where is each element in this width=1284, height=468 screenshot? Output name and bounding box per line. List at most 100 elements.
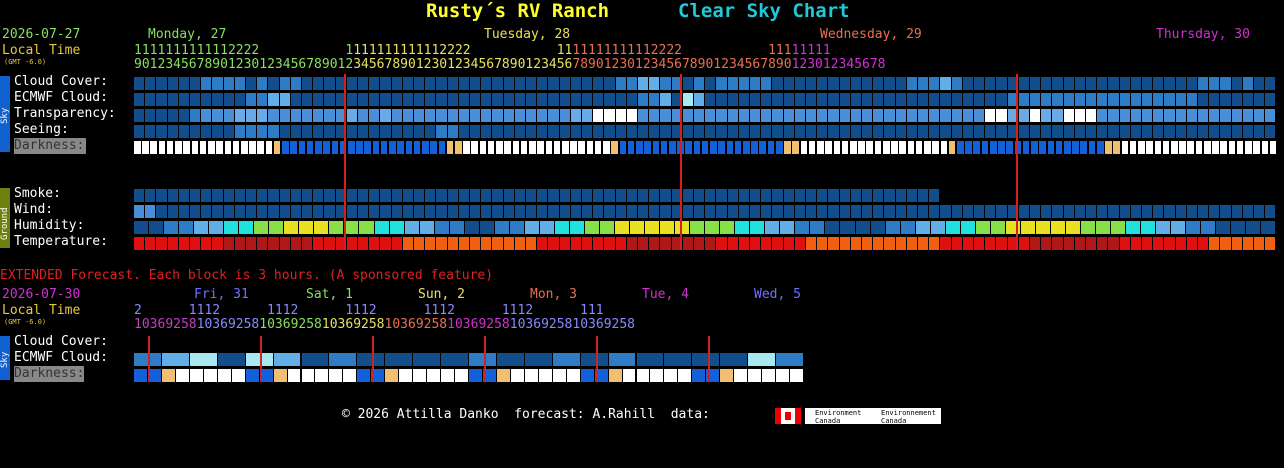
forecast-cell: [738, 189, 749, 202]
forecast-cell: [358, 93, 369, 106]
forecast-cell: [1186, 77, 1197, 90]
forecast-cell: [975, 221, 990, 234]
darkness-cell: [685, 141, 692, 154]
darkness-cell: [874, 141, 882, 154]
darkness-cell: [512, 141, 520, 154]
forecast-cell: [1030, 93, 1041, 106]
darkness-cell: [1187, 141, 1195, 154]
forecast-cell: [694, 237, 705, 250]
forecast-cell: [302, 109, 313, 122]
forecast-cell: [1119, 237, 1130, 250]
hour-digit: 1: [321, 317, 330, 332]
ext-midnight-line: [708, 336, 710, 382]
forecast-cell: [960, 221, 975, 234]
ext-ecmwf-cell: [385, 353, 413, 366]
darkness-cell: [1138, 141, 1145, 154]
hour-digit: 6: [486, 57, 495, 72]
forecast-cell: [962, 93, 973, 106]
forecast-cell: [1231, 125, 1242, 138]
forecast-cell: [828, 125, 839, 138]
forecast-cell: [1130, 93, 1141, 106]
forecast-cell: [1052, 205, 1063, 218]
forecast-cell: [344, 221, 359, 234]
forecast-cell: [660, 109, 671, 122]
hour-digit: 6: [407, 317, 416, 332]
forecast-cell: [190, 77, 201, 90]
forecast-cell: [694, 125, 705, 138]
darkness-cell: [841, 141, 849, 154]
ext-darkness-cell: [622, 369, 636, 382]
forecast-cell: [962, 109, 973, 122]
hour-digit: 6: [674, 57, 682, 72]
forecast-cell: [761, 77, 772, 90]
environment-canada-logo: Environment Canada Environnement Canada: [805, 408, 941, 425]
forecast-cell: [425, 77, 436, 90]
forecast-cell: [1242, 109, 1253, 122]
forecast-cell: [1119, 93, 1130, 106]
forecast-cell: [1130, 125, 1141, 138]
forecast-cell: [346, 125, 357, 138]
forecast-cell: [990, 221, 1005, 234]
forecast-cell: [895, 189, 906, 202]
ext-darkness-cell: [329, 369, 343, 382]
forecast-cell: [974, 205, 985, 218]
ext-row-label: ECMWF Cloud:: [14, 350, 108, 365]
forecast-cell: [548, 125, 559, 138]
hour-digit: 1: [212, 43, 221, 58]
forecast-cell: [761, 109, 772, 122]
hour-digit: 9: [509, 57, 518, 72]
darkness-cell: [907, 141, 915, 154]
hour-digit: [330, 43, 338, 58]
ext-ecmwf-cell: [580, 353, 608, 366]
darkness-cell: [487, 141, 495, 154]
forecast-cell: [346, 77, 357, 90]
forecast-cell: [514, 189, 525, 202]
forecast-cell: [850, 189, 861, 202]
darkness-cell: [520, 141, 528, 154]
forecast-cell: [570, 109, 581, 122]
forecast-cell: [1220, 125, 1231, 138]
forecast-cell: [537, 93, 548, 106]
forecast-cell: [1164, 77, 1175, 90]
darkness-cell: [1228, 141, 1236, 154]
forecast-cell: [996, 93, 1007, 106]
forecast-cell: [794, 125, 805, 138]
forecast-cell: [1041, 205, 1052, 218]
forecast-cell: [772, 237, 783, 250]
forecast-cell: [380, 93, 391, 106]
forecast-cell: [974, 125, 985, 138]
sky-row-label: ECMWF Cloud:: [14, 90, 108, 105]
forecast-cell: [167, 205, 178, 218]
forecast-cell: [380, 109, 391, 122]
forecast-cell: [727, 205, 738, 218]
forecast-cell: [727, 109, 738, 122]
darkness-cell: [183, 141, 190, 154]
forecast-cell: [817, 109, 828, 122]
forecast-cell: [593, 189, 604, 202]
midnight-line: [1016, 74, 1018, 250]
forecast-cell: [873, 109, 884, 122]
hour-digit: [541, 43, 549, 58]
ext-ecmwf-cell: [524, 353, 552, 366]
forecast-cell: [201, 109, 212, 122]
hour-digit: 1: [807, 43, 816, 58]
forecast-cell: [1198, 125, 1209, 138]
forecast-cell: [492, 125, 503, 138]
forecast-cell: [537, 205, 548, 218]
hour-digit: 7: [306, 57, 315, 72]
forecast-cell: [1074, 93, 1085, 106]
forecast-cell: [290, 109, 301, 122]
forecast-cell: [929, 237, 940, 250]
hour-digit: [314, 43, 322, 58]
forecast-cell: [649, 93, 660, 106]
forecast-cell: [895, 125, 906, 138]
forecast-cell: [526, 109, 537, 122]
darkness-cell: [249, 141, 256, 154]
forecast-cell: [223, 93, 234, 106]
forecast-cell: [1074, 205, 1085, 218]
hour-digit: 1: [220, 43, 228, 58]
forecast-cell: [190, 189, 201, 202]
forecast-cell: [1052, 77, 1063, 90]
ext-darkness-cell: [748, 369, 762, 382]
forecast-cell: [234, 125, 245, 138]
